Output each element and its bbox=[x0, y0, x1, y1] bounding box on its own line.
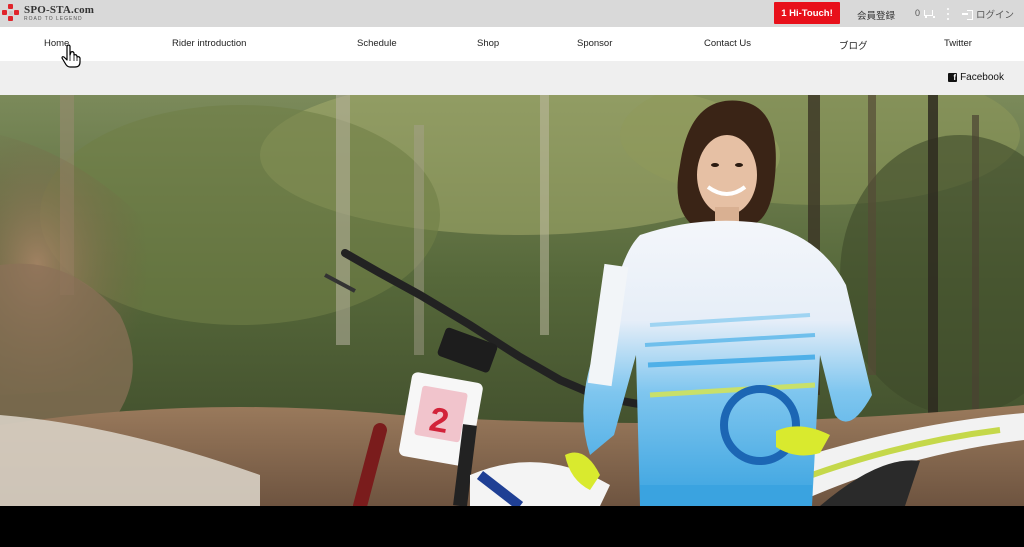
top-bar: SPO-STA.com ROAD TO LEGEND 1 Hi-Touch! 会… bbox=[0, 0, 1024, 27]
logo-tagline: ROAD TO LEGEND bbox=[24, 15, 83, 22]
nav-item-blog[interactable]: ブログ bbox=[839, 38, 868, 52]
cart-button[interactable]: 0 bbox=[915, 8, 936, 18]
hi-touch-button[interactable]: 1 Hi-Touch! bbox=[774, 2, 840, 24]
nav-item-rider-introduction[interactable]: Rider introduction bbox=[172, 38, 246, 49]
facebook-link[interactable]: f Facebook bbox=[948, 72, 1004, 83]
facebook-icon: f bbox=[948, 73, 958, 82]
main-nav: Home Rider introduction Schedule Shop Sp… bbox=[0, 27, 1024, 61]
nav-item-contact-us[interactable]: Contact Us bbox=[704, 38, 751, 49]
register-link[interactable]: 会員登録 bbox=[857, 8, 895, 22]
bottom-band bbox=[0, 506, 1024, 547]
kebab-icon[interactable] bbox=[946, 8, 949, 20]
social-bar: f Facebook bbox=[0, 61, 1024, 95]
facebook-label: Facebook bbox=[960, 72, 1004, 83]
login-icon bbox=[962, 9, 973, 20]
nav-item-twitter[interactable]: Twitter bbox=[944, 38, 972, 49]
nav-item-schedule[interactable]: Schedule bbox=[357, 38, 397, 49]
logo-name: SPO-STA.com bbox=[24, 3, 95, 16]
site-logo[interactable]: SPO-STA.com ROAD TO LEGEND bbox=[2, 4, 94, 22]
cart-count: 0 bbox=[915, 8, 921, 18]
hand-pointer-icon bbox=[61, 44, 81, 68]
login-link[interactable]: ログイン bbox=[962, 7, 1014, 21]
nav-item-shop[interactable]: Shop bbox=[477, 38, 499, 49]
nav-item-sponsor[interactable]: Sponsor bbox=[577, 38, 612, 49]
login-label: ログイン bbox=[976, 10, 1015, 21]
hero-image: 2 bbox=[0, 95, 1024, 506]
cart-icon bbox=[923, 9, 936, 18]
logo-icon bbox=[2, 4, 20, 22]
hero-illustration: 2 bbox=[0, 95, 1024, 506]
